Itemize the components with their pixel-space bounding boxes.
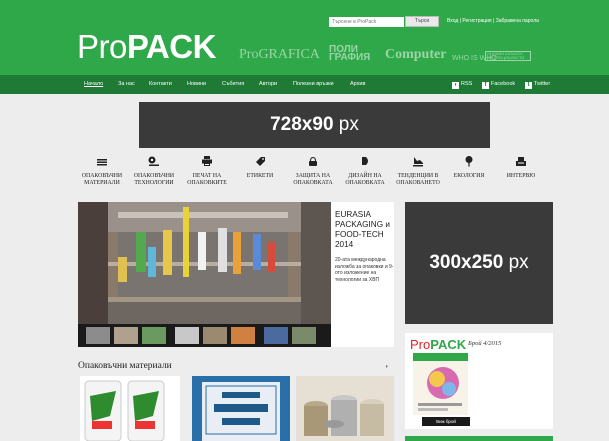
featured-article[interactable]: EURASIA PACKAGING и FOOD-TECH 2014 20-ат… [78, 202, 394, 347]
login-link[interactable]: Вход [447, 18, 458, 24]
leaf-icon [465, 156, 473, 167]
twitter-label: Twitter [534, 81, 551, 87]
category-line-2: ОПАКОВКАТА [293, 180, 333, 186]
nav-news[interactable]: Новини [187, 81, 206, 88]
featured-photo[interactable] [78, 202, 331, 347]
twitter-link[interactable]: t Twitter [525, 80, 550, 89]
magazine-logo: ProPACK [410, 338, 466, 352]
nav-archive[interactable]: Архив [350, 81, 365, 88]
leaderboard-ad[interactable]: 728x90 px [139, 102, 490, 148]
category-package-design[interactable]: ДИЗАЙН НА ОПАКОВКАТА [337, 155, 393, 187]
category-line-1: ЕКОЛОГИЯ [453, 173, 485, 179]
category-packaging-technologies[interactable]: ОПАКОВЪЧНИ ТЕХНОЛОГИИ [126, 155, 182, 187]
category-line-1: ОПАКОВЪЧНИ [81, 173, 123, 179]
lock-icon [309, 157, 317, 166]
green-banner [405, 436, 553, 441]
nav-about[interactable]: За нас [118, 81, 135, 88]
facebook-label: Facebook [491, 81, 516, 87]
rectangle-ad[interactable]: 300x250 px [405, 202, 553, 324]
magazine-cover[interactable] [413, 353, 468, 415]
poligrafia-link[interactable]: ПОЛИ ГРАФИЯ [329, 45, 371, 63]
category-package-printing[interactable]: ПЕЧАТ НА ОПАКОВКИТЕ [179, 155, 235, 187]
search-input[interactable]: Търсене в ProPack [329, 17, 404, 27]
logo-bold: PACK [126, 28, 217, 65]
category-line-2: МАТЕРИАЛИ [84, 180, 120, 186]
trend-icon [413, 157, 423, 167]
nav-home[interactable]: Начало [84, 81, 103, 88]
cans-image [80, 376, 180, 441]
category-interview[interactable]: ИНТЕРВЮ [493, 155, 549, 180]
category-line-2: ТЕХНОЛОГИИ [134, 180, 174, 186]
section-rss-icon[interactable]: ◗ [385, 364, 389, 370]
category-line-1: ПЕЧАТ НА [192, 173, 222, 179]
article-thumbnail[interactable] [296, 376, 394, 441]
nav-useful-links[interactable]: Полезни връзки [293, 81, 334, 88]
rect-unit: px [508, 252, 529, 273]
rss-icon: ◗ [452, 82, 459, 89]
magazine-issue-box: ProPACK Брой 4/2015 Виж брой [405, 333, 553, 429]
rect-size: 300x250 [429, 252, 504, 273]
article-thumbnail[interactable] [80, 376, 180, 441]
machine-icon [148, 156, 159, 166]
nav-authors[interactable]: Автори [259, 81, 277, 88]
twitter-icon: t [525, 82, 532, 89]
account-links: Вход | Регистрация | Забравена парола [447, 18, 539, 24]
mall-exhibition-image [78, 202, 331, 347]
category-bar: ОПАКОВЪЧНИ МАТЕРИАЛИ ОПАКОВЪЧНИ ТЕХНОЛОГИИ… [78, 155, 548, 195]
category-line-1: ИНТЕРВЮ [506, 173, 536, 179]
magazine-logo-pro: Pro [410, 337, 431, 352]
featured-title[interactable]: EURASIA PACKAGING и FOOD-TECH 2014 [335, 210, 395, 250]
register-link[interactable]: Регистрация [462, 18, 491, 24]
logo-light: Pro [77, 28, 127, 65]
facebook-link[interactable]: f Facebook [482, 80, 515, 89]
design-icon [362, 157, 368, 165]
forgot-password-link[interactable]: Забравена парола [496, 18, 539, 24]
category-packaging-trends[interactable]: ТЕНДЕНЦИИ В ОПАКОВАНЕТО [390, 155, 446, 187]
printer-icon [202, 156, 212, 166]
category-package-protection[interactable]: ЗАЩИТА НА ОПАКОВКАТА [285, 155, 341, 187]
rss-link[interactable]: ◗ RSS [452, 80, 472, 89]
featured-description: 20-ата международна изложба за опаковки … [335, 257, 394, 283]
site-logo[interactable]: ProPACK [77, 27, 216, 67]
category-packaging-materials[interactable]: ОПАКОВЪЧНИ МАТЕРИАЛИ [74, 155, 130, 187]
rss-label: RSS [461, 81, 473, 87]
interview-icon [516, 157, 526, 166]
facebook-icon: f [482, 82, 489, 89]
article-thumbnail[interactable] [192, 376, 290, 441]
category-line-1: ЗАЩИТА НА [295, 173, 331, 179]
category-line-2: ОПАКОВАНЕТО [396, 180, 440, 186]
magazine-logo-pack: PACK [430, 337, 467, 352]
search-button[interactable]: Търси [405, 16, 439, 27]
category-line-2: ОПАКОВКИТЕ [187, 180, 227, 186]
leaderboard-size: 728x90 [270, 114, 334, 135]
section-heading[interactable]: Опаковъчни материали [78, 360, 172, 372]
category-labels[interactable]: ЕТИКЕТИ [232, 155, 288, 180]
view-issue-button[interactable]: Виж брой [422, 417, 470, 426]
prografica-link[interactable]: ProGRAFICA [239, 48, 320, 62]
main-nav: Начало За нас Контакти Новини Събития Ав… [0, 75, 609, 94]
nav-events[interactable]: Събития [222, 81, 244, 88]
leaderboard-unit: px [338, 114, 359, 135]
poligrafia-line-2: ГРАФИЯ [329, 52, 371, 63]
category-line-1: ДИЗАЙН НА [348, 173, 382, 179]
header: Търсене в ProPack Търси Вход | Регистрац… [0, 0, 609, 75]
computer-link[interactable]: Computer [385, 48, 446, 62]
nav-contacts[interactable]: Контакти [149, 81, 172, 88]
stack-icon [97, 159, 107, 166]
category-line-1: ЕТИКЕТИ [246, 173, 274, 179]
whoiswho-catalog-badge: ОНЛАЙН КАТАЛОГ ОТ СПЕЦИАЛИСТИ [485, 51, 531, 61]
metal-tins-image [296, 376, 394, 441]
category-ecology[interactable]: ЕКОЛОГИЯ [441, 155, 497, 180]
category-line-2: ОПАКОВКАТА [345, 180, 385, 186]
tag-icon [256, 157, 265, 166]
gillette-image [192, 376, 290, 441]
category-line-1: ТЕНДЕНЦИИ В [397, 173, 439, 179]
category-line-1: ОПАКОВЪЧНИ [133, 173, 175, 179]
magazine-issue-number: Брой 4/2015 [468, 340, 502, 347]
